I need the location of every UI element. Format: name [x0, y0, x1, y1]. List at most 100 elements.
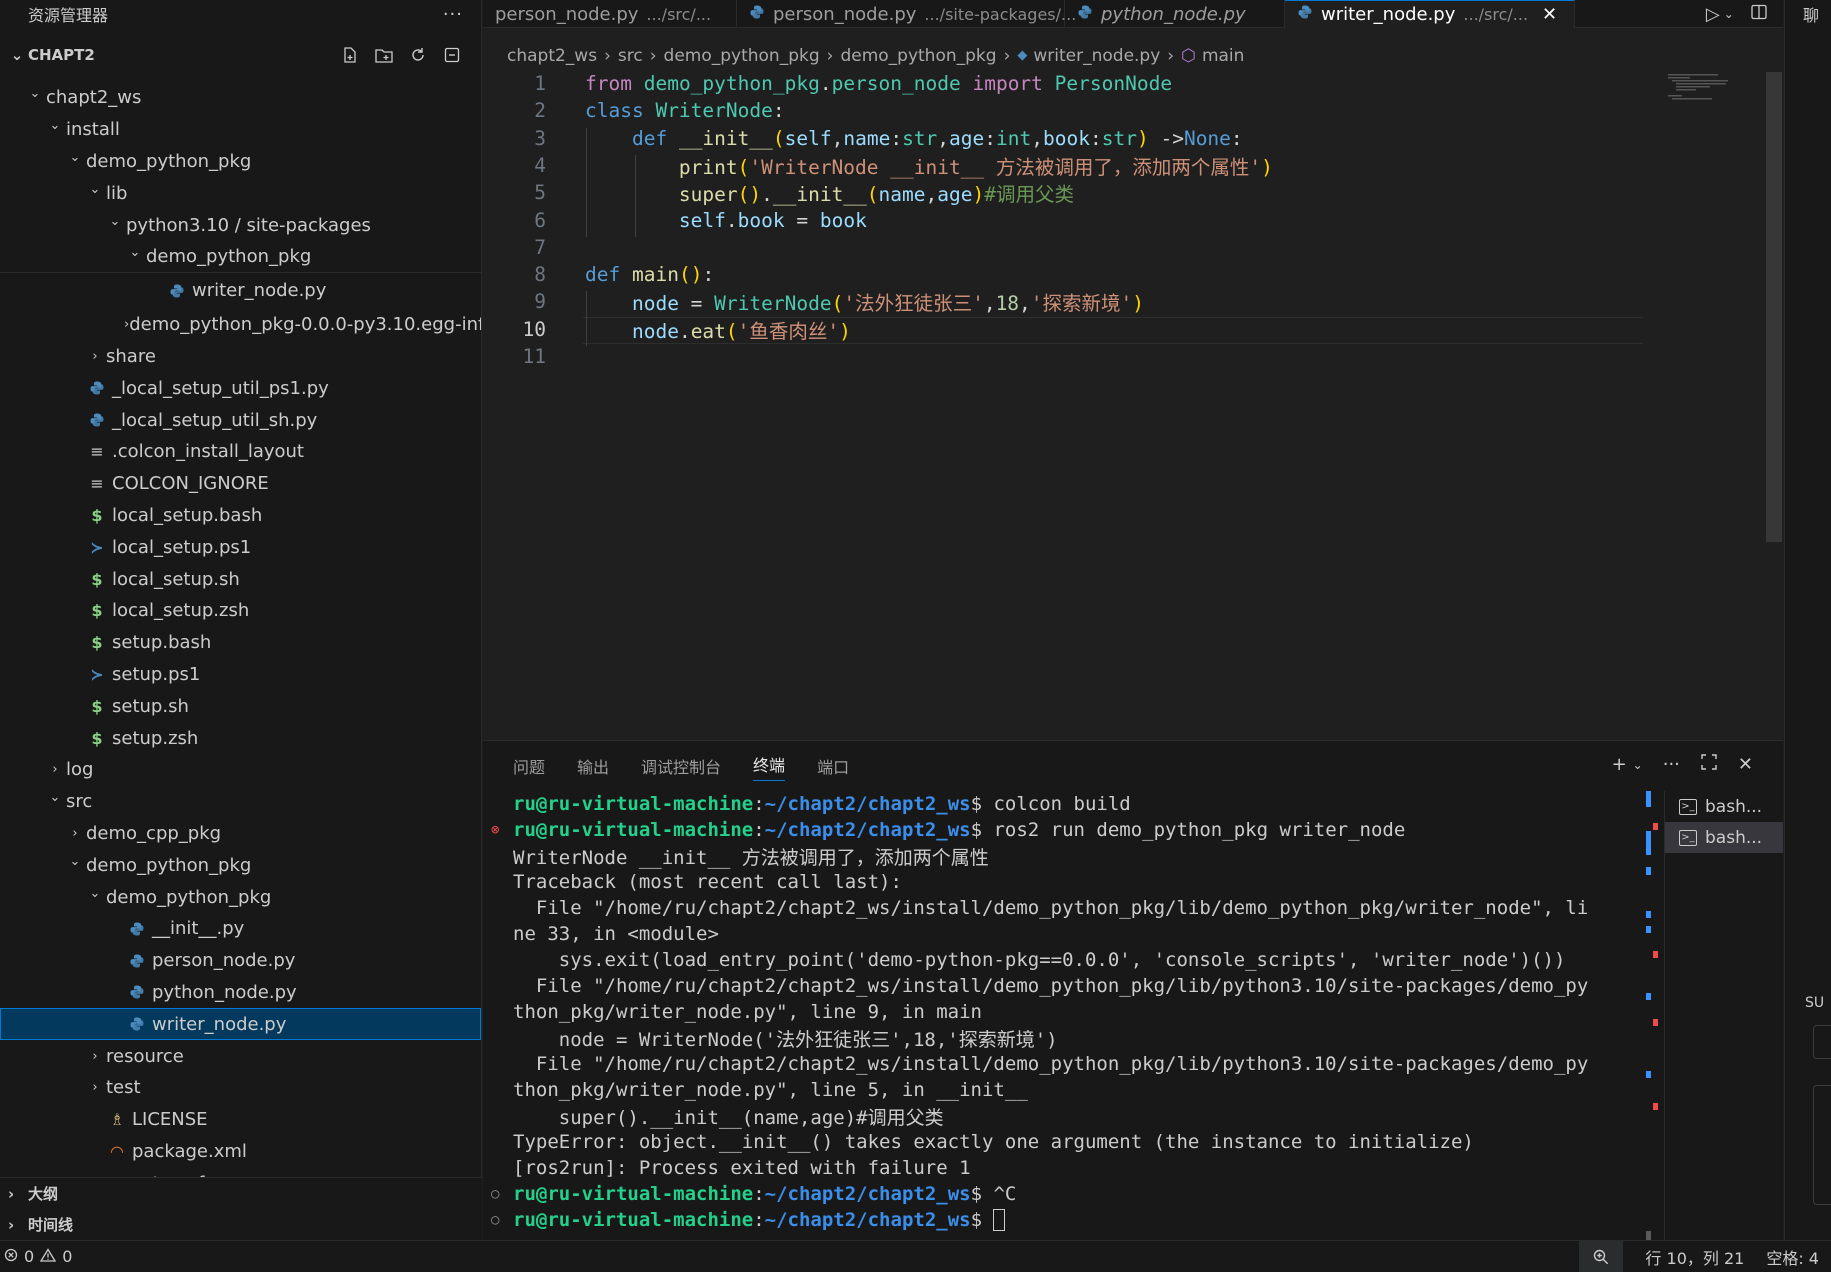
breadcrumb-item[interactable]: src [618, 46, 643, 66]
breadcrumb-item[interactable]: demo_python_pkg [664, 46, 820, 66]
tree-item[interactable]: ›◠package.xml [0, 1136, 481, 1168]
tree-item[interactable]: ›≻local_setup.ps1 [0, 531, 481, 563]
tree-item[interactable]: › log [0, 754, 481, 786]
tree-item[interactable]: ⌄ install [0, 114, 481, 146]
code-token: , [925, 183, 938, 207]
breadcrumb-item[interactable]: chapt2_ws [507, 46, 597, 66]
code-line: 11 [483, 343, 546, 370]
more-actions-icon[interactable]: ··· [1663, 754, 1680, 775]
code-token: . [819, 72, 832, 95]
tree-item[interactable]: ›$setup.bash [0, 627, 481, 659]
code-token: self [678, 208, 726, 232]
cursor-position[interactable]: 行 10，列 21 [1645, 1245, 1744, 1269]
shell-script-icon: $ [91, 696, 103, 716]
tree-item[interactable]: ⌄ chapt2_ws [0, 82, 481, 114]
tree-item[interactable]: ⌄ lib [0, 177, 481, 209]
code-line: 7 [483, 234, 546, 261]
terminal-icon: >_ [1679, 798, 1697, 815]
editor-tab[interactable]: writer_node.py .../src/... ✕ [1285, 0, 1575, 28]
tree-item[interactable]: ›writer_node.py [0, 273, 481, 309]
tree-item[interactable]: ›python_node.py [0, 977, 481, 1009]
chevron-right-icon: › [72, 825, 78, 841]
tree-item[interactable]: ›$setup.sh [0, 690, 481, 722]
tree-item[interactable]: › resource [0, 1040, 481, 1072]
chevron-right-icon: › [8, 1184, 15, 1203]
terminal-instance[interactable]: >_ bash... [1665, 822, 1783, 853]
tree-item[interactable]: › demo_cpp_pkg [0, 818, 481, 850]
close-panel-icon[interactable]: ✕ [1738, 754, 1753, 775]
tree-item[interactable]: ⌄ demo_python_pkg [0, 881, 481, 913]
explorer-title-bar: 资源管理器 ··· [0, 0, 481, 28]
outline-panel-header[interactable]: › 大纲 [0, 1178, 482, 1209]
workspace-section-header[interactable]: ⌄ CHAPT2 [0, 28, 481, 82]
tree-item[interactable]: ›person_node.py [0, 945, 481, 977]
minimap[interactable] [1668, 72, 1738, 102]
terminal-output[interactable]: ru@ru-virtual-machine: ~/chapt2/chapt2_ws… [483, 791, 1643, 1241]
tree-item[interactable]: ›≡COLCON_IGNORE [0, 468, 481, 500]
tree-item[interactable]: ›♗LICENSE [0, 1104, 481, 1136]
timeline-panel-header[interactable]: › 时间线 [0, 1209, 482, 1240]
code-token: ( [772, 126, 785, 150]
code-line: 1 from demo_python_pkg.person_node import… [483, 70, 1172, 97]
tree-item[interactable]: ⌄ demo_python_pkg [0, 241, 481, 273]
tree-item[interactable]: ›writer_node.py [0, 1008, 481, 1041]
editor-scrollbar[interactable] [1766, 72, 1782, 542]
maximize-panel-icon[interactable] [1700, 753, 1718, 776]
tree-item[interactable]: ›_local_setup_util_ps1.py [0, 372, 481, 404]
new-folder-icon[interactable] [373, 44, 395, 66]
panel-tab[interactable]: 输出 [577, 754, 609, 778]
tree-item[interactable]: ›≡.colcon_install_layout [0, 436, 481, 468]
code-text: class WriterNode: [585, 99, 785, 122]
code-token: ) [1136, 126, 1149, 150]
breadcrumb-item[interactable]: demo_python_pkg [840, 46, 996, 66]
breadcrumb-item[interactable]: main [1202, 46, 1244, 66]
tree-item[interactable]: › test [0, 1072, 481, 1104]
prompt-user: ru@ru-virtual-machine [513, 793, 754, 815]
refresh-icon[interactable] [407, 44, 429, 66]
terminal-line: super().__init__(name,age)#调用父类 [513, 1103, 1643, 1129]
command-decoration-icon[interactable]: ○ [491, 1186, 499, 1202]
problems-status[interactable]: 0 0 [0, 1247, 72, 1266]
code-token: ( [866, 183, 879, 207]
tree-item[interactable]: ›$setup.zsh [0, 722, 481, 754]
tree-item[interactable]: ›≻setup.ps1 [0, 659, 481, 691]
split-editor-icon[interactable] [1750, 3, 1768, 26]
tree-item[interactable]: ⌄ demo_python_pkg [0, 849, 481, 881]
editor-tab[interactable]: python_node.py [1065, 0, 1285, 28]
tree-item[interactable]: ⌄ demo_python_pkg [0, 146, 481, 178]
breadcrumb-item[interactable]: writer_node.py [1033, 46, 1160, 66]
panel-tab[interactable]: 调试控制台 [641, 754, 721, 778]
command-failed-icon[interactable]: ⊗ [491, 822, 499, 838]
panel-tab[interactable]: 问题 [513, 754, 545, 778]
run-icon[interactable]: ▷ [1706, 4, 1720, 25]
run-dropdown-icon[interactable]: ⌄ [1724, 7, 1734, 21]
code-editor[interactable]: 1 from demo_python_pkg.person_node import… [483, 70, 1783, 740]
secondary-input[interactable] [1813, 1025, 1831, 1059]
terminal-instance[interactable]: >_ bash... [1665, 791, 1783, 822]
line-number: 11 [522, 345, 546, 368]
tree-item[interactable]: › share [0, 341, 481, 373]
zoom-icon[interactable] [1579, 1240, 1624, 1272]
tree-item-label: src [66, 791, 93, 813]
tree-item[interactable]: ⌄ python3.10 / site-packages [0, 209, 481, 241]
tree-item[interactable]: › demo_python_pkg-0.0.0-py3.10.egg-info [0, 309, 481, 341]
new-terminal-icon[interactable]: + [1612, 754, 1627, 775]
tree-item[interactable]: ›__init__.py [0, 913, 481, 945]
indentation[interactable]: 空格: 4 [1766, 1245, 1819, 1269]
tree-item[interactable]: ›$local_setup.zsh [0, 595, 481, 627]
terminal-dropdown-icon[interactable]: ⌄ [1633, 758, 1643, 772]
shell-script-icon: $ [91, 601, 103, 621]
tree-item[interactable]: ›_local_setup_util_sh.py [0, 404, 481, 436]
editor-tab[interactable]: person_node.py .../site-packages/... [737, 0, 1076, 28]
editor-tab[interactable]: person_node.py .../src/... [483, 0, 737, 28]
new-file-icon[interactable] [339, 44, 361, 66]
tree-item[interactable]: ›$local_setup.sh [0, 563, 481, 595]
collapse-all-icon[interactable] [441, 44, 463, 66]
panel-tab[interactable]: 终端 [753, 752, 786, 781]
panel-tab[interactable]: 端口 [817, 754, 849, 778]
tree-item[interactable]: ›$local_setup.bash [0, 500, 481, 532]
tree-item[interactable]: ⌄ src [0, 786, 481, 818]
command-decoration-icon[interactable]: ○ [491, 1212, 499, 1228]
more-actions-icon[interactable]: ··· [443, 4, 463, 25]
close-icon[interactable]: ✕ [1542, 4, 1557, 25]
